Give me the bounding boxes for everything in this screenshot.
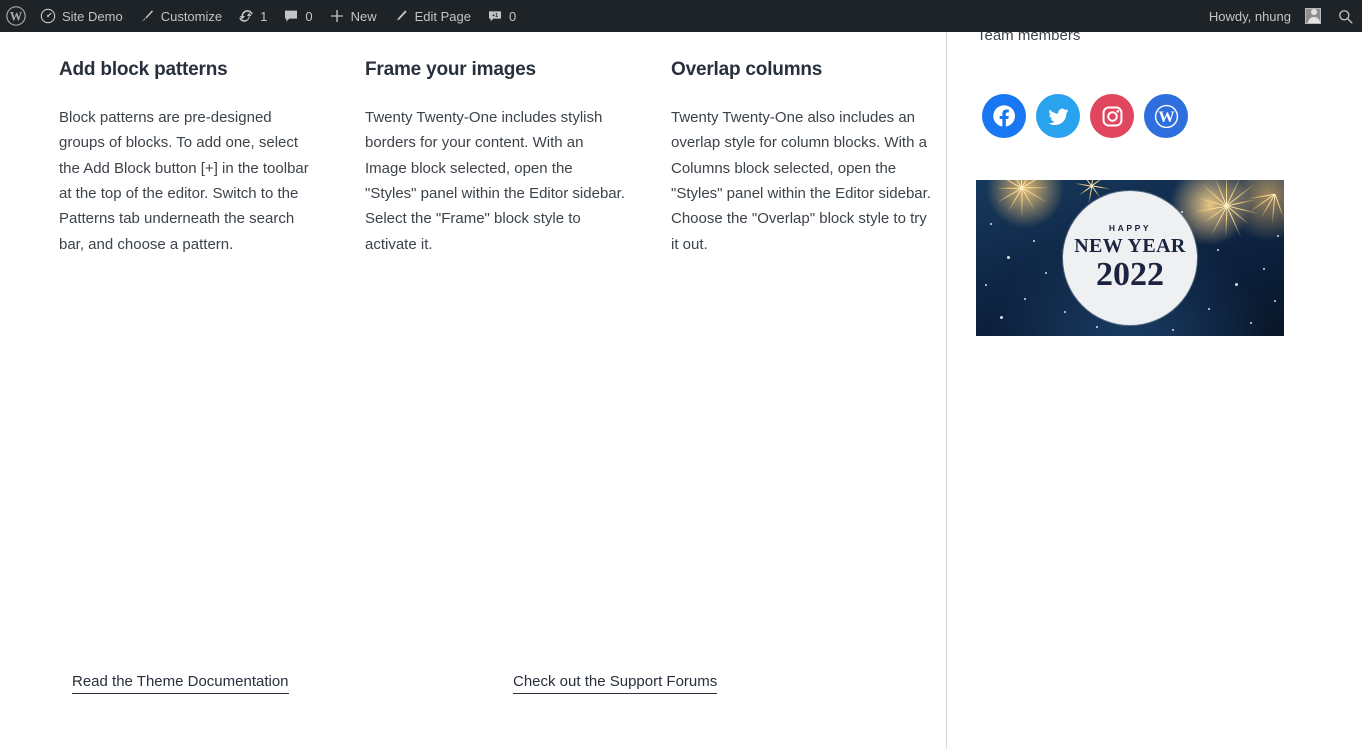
column-body: Twenty Twenty-One also includes an overl…	[671, 108, 931, 253]
adminbar-comment-reply-count: 0	[508, 8, 517, 24]
adminbar-updates-count: 1	[260, 8, 268, 24]
svg-text:W: W	[10, 9, 23, 23]
adminbar-new-label: New	[350, 8, 377, 24]
dashboard-icon	[40, 8, 56, 24]
comment-bubble-icon	[283, 8, 299, 24]
plus-icon	[329, 8, 345, 24]
social-link-twitter[interactable]	[1036, 94, 1080, 138]
adminbar-wordpress-logo[interactable]: W	[0, 0, 32, 32]
wp-admin-bar: W Site Demo Customize 1 0 New Edit Page …	[0, 0, 1362, 32]
feature-columns: Add block patterns Block patterns are pr…	[59, 58, 935, 257]
adminbar-comment-reply[interactable]: +1 0	[479, 0, 524, 32]
twitter-icon	[1046, 104, 1071, 129]
adminbar-my-account[interactable]: Howdy, nhung	[1201, 0, 1329, 32]
column-heading: Overlap columns	[671, 59, 823, 80]
link-theme-documentation[interactable]: Read the Theme Documentation	[72, 672, 289, 694]
pencil-icon	[393, 8, 409, 24]
adminbar-updates[interactable]: 1	[230, 0, 275, 32]
page-content: Add block patterns Block patterns are pr…	[0, 27, 1362, 749]
new-year-happy-text: HAPPY	[1108, 223, 1152, 234]
new-year-banner-background: HAPPY NEW YEAR 2022	[976, 180, 1284, 336]
content-sidebar-divider	[946, 32, 947, 749]
instagram-icon	[1100, 104, 1125, 129]
adminbar-site-name[interactable]: Site Demo	[32, 0, 131, 32]
search-icon	[1337, 8, 1354, 25]
link-support-forums[interactable]: Check out the Support Forums	[513, 672, 718, 694]
column-heading: Frame your images	[365, 59, 536, 80]
adminbar-edit-page[interactable]: Edit Page	[385, 0, 479, 32]
paintbrush-icon	[139, 8, 155, 24]
new-year-badge: HAPPY NEW YEAR 2022	[1063, 191, 1197, 325]
wordpress-logo-icon: W	[6, 6, 26, 26]
comment-plus-icon: +1	[487, 8, 503, 24]
social-link-wordpress[interactable]: W	[1144, 94, 1188, 138]
social-links-list: W	[982, 94, 1188, 138]
svg-text:W: W	[1158, 107, 1175, 126]
adminbar-comments-count: 0	[305, 8, 313, 24]
new-year-banner-image: HAPPY NEW YEAR 2022	[976, 180, 1284, 336]
adminbar-site-label: Site Demo	[62, 8, 123, 24]
facebook-icon	[991, 103, 1017, 129]
wordpress-icon: W	[1153, 103, 1180, 130]
feature-column-overlap-columns: Overlap columns Twenty Twenty-One also i…	[671, 58, 933, 257]
new-year-year-text: 2022	[1096, 256, 1164, 294]
adminbar-new-content[interactable]: New	[321, 0, 385, 32]
adminbar-comments[interactable]: 0	[275, 0, 320, 32]
adminbar-howdy-label: Howdy, nhung	[1208, 8, 1291, 24]
updates-icon	[238, 8, 254, 24]
svg-text:+1: +1	[492, 13, 498, 19]
new-year-title-text: NEW YEAR	[1074, 235, 1186, 258]
social-link-facebook[interactable]	[982, 94, 1026, 138]
user-avatar-icon	[1305, 8, 1321, 24]
adminbar-customize-label: Customize	[160, 8, 223, 24]
adminbar-customize[interactable]: Customize	[131, 0, 230, 32]
social-link-instagram[interactable]	[1090, 94, 1134, 138]
column-heading: Add block patterns	[59, 59, 228, 80]
adminbar-right-group: Howdy, nhung	[1201, 0, 1362, 32]
adminbar-search[interactable]	[1329, 0, 1362, 32]
adminbar-edit-page-label: Edit Page	[414, 8, 471, 24]
column-body: Twenty Twenty-One includes stylish borde…	[365, 108, 625, 253]
feature-column-frame-your-images: Frame your images Twenty Twenty-One incl…	[365, 58, 627, 257]
column-body: Block patterns are pre-designed groups o…	[59, 108, 309, 253]
feature-column-add-block-patterns: Add block patterns Block patterns are pr…	[59, 58, 321, 257]
